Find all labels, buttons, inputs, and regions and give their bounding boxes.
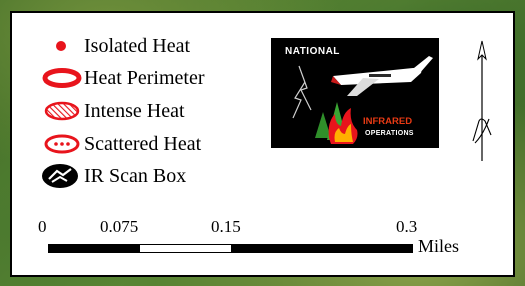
logo-title: NATIONAL [285,46,340,57]
legend-item-scattered-heat: Scattered Heat [40,131,201,157]
legend-label-scattered-heat: Scattered Heat [84,133,202,155]
scale-tick-03: 0.3 [396,217,418,236]
scale-segment-1 [139,245,231,252]
map-legend-panel: Isolated Heat Heat Perimeter Intense Hea… [10,11,515,277]
legend-label-isolated-heat: Isolated Heat [84,35,191,57]
fire-icon [328,108,358,144]
scale-tick-0075: 0.075 [100,217,139,236]
logo-tagline: OPERATIONS [365,130,414,137]
ir-scan-box-icon [40,163,84,189]
heat-perimeter-ring-icon [40,65,84,91]
legend-label-heat-perimeter: Heat Perimeter [84,67,205,89]
logo-subtitle: INFRARED [363,116,413,127]
scale-units: Miles [418,236,460,256]
legend-item-isolated-heat: Isolated Heat [40,33,190,59]
scale-tick-0: 0 [38,217,47,236]
scale-bar [48,244,413,253]
nirops-logo: NATIONAL INFRARED OPERATIONS [271,38,439,148]
scale-segment-2 [230,245,412,252]
airplane-icon [331,56,433,96]
north-arrow-icon [467,39,497,163]
scattered-heat-dotted-icon [40,131,84,157]
legend-item-ir-scan-box: IR Scan Box [40,163,186,189]
intense-heat-hatched-icon [40,98,84,124]
isolated-heat-dot-icon [40,33,84,59]
legend-label-intense-heat: Intense Heat [84,100,185,122]
legend-label-ir-scan-box: IR Scan Box [84,165,187,187]
legend-item-intense-heat: Intense Heat [40,98,185,124]
lightning-icon [292,65,312,119]
scale-tick-015: 0.15 [211,217,241,236]
legend-item-heat-perimeter: Heat Perimeter [40,65,205,91]
scale-segment-0 [49,245,140,252]
